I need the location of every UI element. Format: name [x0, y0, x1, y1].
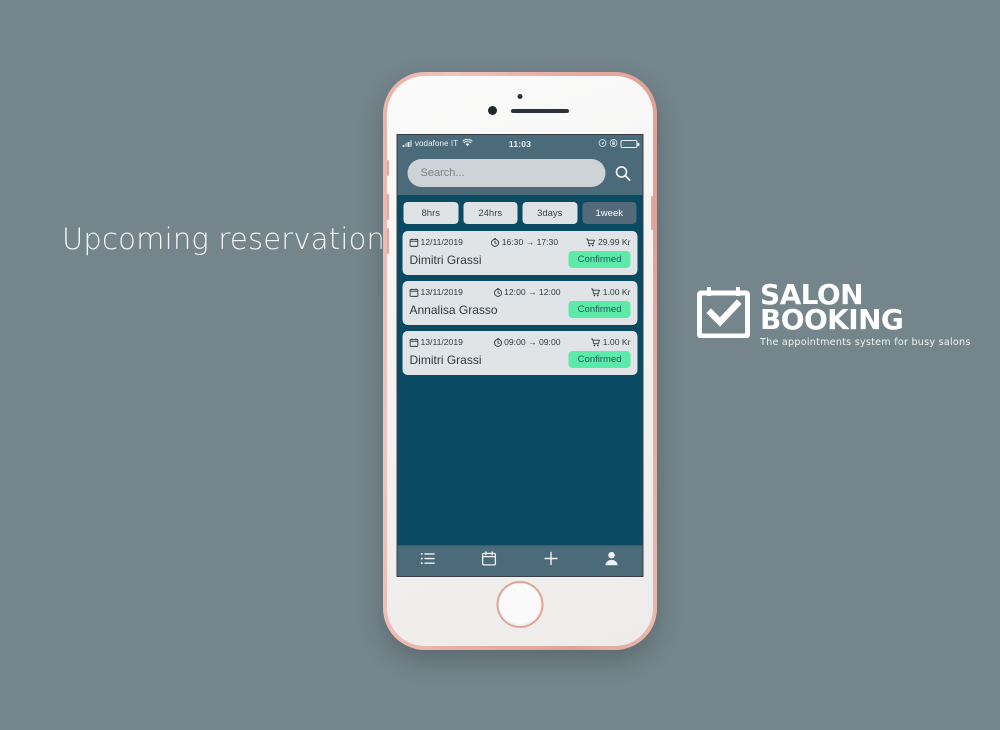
status-bar-time: 11:03 [508, 138, 532, 149]
phone-body: vodafone IT 11:03 Search... 8hrs 24hrs 3… [387, 76, 653, 646]
reservation-price-text: 1.00 Kr [602, 337, 631, 347]
reservation-card[interactable]: 13/11/2019 12:00 → 12:00 1.00 Kr Annalis… [402, 281, 638, 325]
customer-name: Annalisa Grasso [409, 302, 498, 317]
cart-icon [591, 337, 601, 347]
carrier-label: vodafone IT [414, 139, 459, 148]
reservation-list: 12/11/2019 16:30 → 17:30 29.99 Kr Dimitr… [398, 231, 643, 375]
customer-name: Dimitri Grassi [409, 252, 482, 267]
filter-chip-8hrs[interactable]: 8hrs [403, 202, 458, 224]
reservation-time-text: 09:00 → 09:00 [504, 337, 561, 347]
reservation-summary: Dimitri Grassi Confirmed [410, 251, 631, 268]
poster-canvas: Upcoming reservations vodafone IT 11:03 … [0, 0, 1000, 730]
calendar-icon [409, 338, 419, 347]
reservation-time: 09:00 → 09:00 [493, 337, 561, 347]
calendar-icon [409, 238, 419, 247]
list-icon [420, 552, 436, 570]
tab-profile[interactable] [581, 551, 642, 571]
reservation-date-text: 12/11/2019 [420, 237, 463, 247]
filter-chip-1week[interactable]: 1week [582, 202, 637, 224]
clock-icon [493, 287, 502, 297]
home-button[interactable] [496, 581, 544, 628]
cart-icon [586, 237, 596, 247]
clock-icon [493, 337, 502, 347]
bottom-tab-bar [397, 545, 643, 576]
reservation-date: 13/11/2019 [409, 287, 463, 297]
phone-screen: vodafone IT 11:03 Search... 8hrs 24hrs 3… [396, 134, 644, 577]
reservation-date: 12/11/2019 [409, 237, 463, 247]
reservation-summary: Annalisa Grasso Confirmed [410, 301, 631, 318]
mute-switch[interactable] [387, 160, 389, 176]
cart-icon [591, 287, 601, 297]
clock-icon [491, 237, 500, 247]
search-bar [397, 152, 643, 195]
phone-mockup: vodafone IT 11:03 Search... 8hrs 24hrs 3… [383, 72, 657, 650]
brand-wordmark: SALON BOOKING The appointments system fo… [760, 281, 971, 349]
location-arrow-icon [598, 138, 607, 149]
reservation-meta: 13/11/2019 12:00 → 12:00 1.00 Kr [409, 287, 631, 297]
earpiece-speaker [511, 109, 569, 113]
front-camera-icon [488, 106, 497, 115]
filter-chip-24hrs[interactable]: 24hrs [463, 202, 518, 224]
reservation-date: 13/11/2019 [409, 337, 463, 347]
reservation-date-text: 13/11/2019 [420, 287, 463, 297]
calendar-check-icon [697, 285, 750, 339]
reservation-time-text: 16:30 → 17:30 [501, 237, 559, 247]
reservation-time-text: 12:00 → 12:00 [504, 287, 561, 297]
reservation-meta: 12/11/2019 16:30 → 17:30 29.99 Kr [409, 237, 631, 247]
signal-bars-icon [402, 140, 412, 147]
search-icon[interactable] [614, 164, 632, 182]
plus-icon [543, 551, 558, 571]
rotation-lock-icon [609, 138, 618, 149]
volume-down-button[interactable] [387, 228, 389, 254]
reservation-price: 1.00 Kr [591, 337, 631, 347]
filter-chip-3days[interactable]: 3days [522, 202, 577, 224]
battery-full-icon [620, 139, 639, 148]
reservation-price: 29.99 Kr [586, 237, 631, 247]
volume-up-button[interactable] [387, 194, 389, 220]
reservation-price: 1.00 Kr [591, 287, 631, 297]
power-button[interactable] [651, 196, 653, 230]
reservation-date-text: 13/11/2019 [420, 337, 463, 347]
reservation-meta: 13/11/2019 09:00 → 09:00 1.00 Kr [409, 337, 631, 347]
reservation-time: 16:30 → 17:30 [491, 237, 558, 247]
status-bar-right [598, 138, 639, 149]
customer-name: Dimitri Grassi [409, 352, 482, 367]
status-badge: Confirmed [568, 251, 631, 268]
reservation-card[interactable]: 13/11/2019 09:00 → 09:00 1.00 Kr Dimitri… [402, 331, 638, 375]
reservation-card[interactable]: 12/11/2019 16:30 → 17:30 29.99 Kr Dimitr… [402, 231, 638, 275]
search-input[interactable] [407, 159, 606, 187]
person-icon [605, 551, 619, 571]
status-bar: vodafone IT 11:03 [397, 135, 643, 152]
reservation-price-text: 1.00 Kr [602, 287, 631, 297]
calendar-icon [409, 288, 419, 297]
tab-add[interactable] [520, 551, 581, 571]
reservation-time: 12:00 → 12:00 [493, 287, 561, 297]
reservation-summary: Dimitri Grassi Confirmed [410, 351, 631, 368]
page-title: Upcoming reservations [62, 222, 401, 256]
brand-line-2: BOOKING [760, 302, 904, 336]
status-bar-left: vodafone IT [402, 138, 473, 149]
wifi-icon [462, 138, 473, 149]
tab-calendar[interactable] [459, 551, 520, 571]
proximity-sensor-icon [517, 94, 523, 99]
calendar-icon [482, 551, 497, 571]
status-badge: Confirmed [568, 301, 631, 318]
brand-tagline: The appointments system for busy salons [760, 337, 971, 349]
reservation-price-text: 29.99 Kr [597, 237, 631, 247]
status-badge: Confirmed [568, 351, 631, 368]
brand-logo: SALON BOOKING The appointments system fo… [697, 281, 971, 349]
tab-list[interactable] [398, 552, 459, 570]
time-range-filters: 8hrs 24hrs 3days 1week [397, 195, 643, 231]
